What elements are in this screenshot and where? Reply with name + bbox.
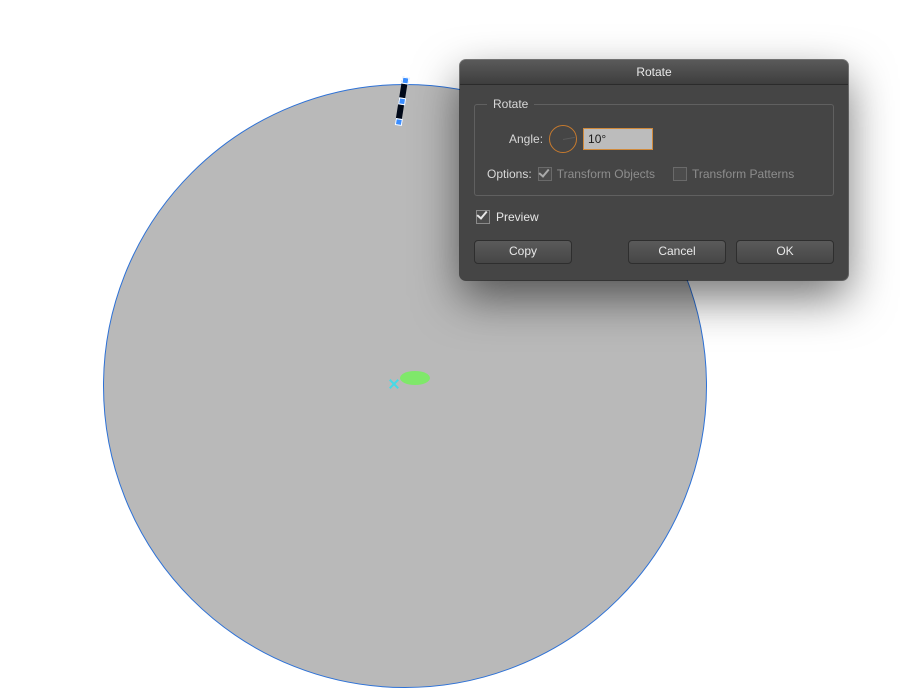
selection-handle[interactable]	[395, 118, 403, 126]
angle-dial[interactable]	[549, 125, 577, 153]
dialog-button-row: Copy Cancel OK	[474, 240, 834, 264]
dialog-body: Rotate Angle: Options: Transform Objects…	[460, 85, 848, 280]
preview-checkbox[interactable]: Preview	[476, 210, 832, 224]
checkbox-box-icon	[673, 167, 687, 181]
transform-patterns-checkbox: Transform Patterns	[673, 167, 794, 181]
transform-objects-checkbox: Transform Objects	[538, 167, 655, 181]
copy-button[interactable]: Copy	[474, 240, 572, 264]
options-label: Options:	[487, 167, 532, 181]
transform-patterns-label: Transform Patterns	[692, 167, 794, 181]
preview-label: Preview	[496, 210, 539, 224]
options-row: Options: Transform Objects Transform Pat…	[487, 167, 821, 181]
angle-dial-needle	[563, 137, 575, 140]
center-ellipse-mark[interactable]	[400, 371, 430, 385]
selection-handle[interactable]	[398, 97, 406, 105]
angle-row: Angle:	[487, 125, 821, 153]
angle-label: Angle:	[509, 132, 543, 146]
button-spacer	[582, 240, 618, 264]
rotate-group-legend: Rotate	[487, 97, 534, 111]
selection-handle[interactable]	[401, 77, 409, 85]
transform-objects-label: Transform Objects	[557, 167, 655, 181]
checkbox-box-icon	[476, 210, 490, 224]
ok-button[interactable]: OK	[736, 240, 834, 264]
angle-input[interactable]	[583, 128, 653, 150]
rotate-dialog: Rotate Rotate Angle: Options: Transform …	[460, 60, 848, 280]
checkbox-box-icon	[538, 167, 552, 181]
dialog-titlebar[interactable]: Rotate	[460, 60, 848, 85]
cancel-button[interactable]: Cancel	[628, 240, 726, 264]
dialog-title: Rotate	[636, 65, 671, 79]
rotate-group: Rotate Angle: Options: Transform Objects…	[474, 97, 834, 196]
